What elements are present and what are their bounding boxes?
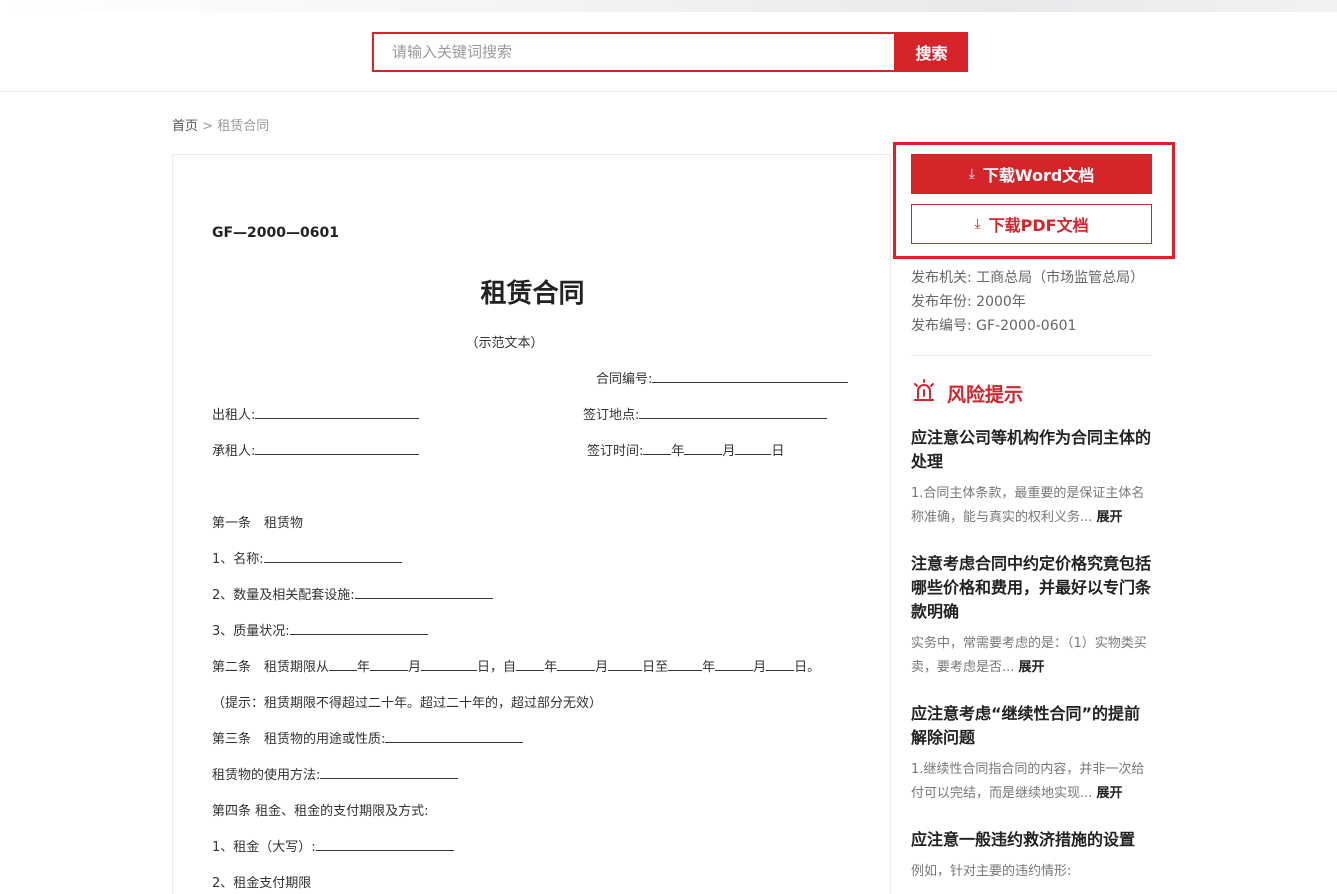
lessee-label: 承租人: <box>212 444 256 459</box>
download-icon: ⤓ <box>974 216 981 232</box>
article-4: 第四条 租金、租金的支付期限及方式: <box>212 804 429 819</box>
top-banner-strip <box>0 0 1337 12</box>
sidebar-divider <box>911 355 1152 356</box>
risk-question[interactable]: 应注意考虑“继续性合同”的提前解除问题 <box>911 702 1155 750</box>
usage-line: 租赁物的使用方法: <box>212 764 459 783</box>
risk-question[interactable]: 应注意一般违约救济措施的设置 <box>911 828 1155 852</box>
rent-period-line: 2、租金支付期限 <box>212 876 312 891</box>
risk-header: 风险提示 <box>911 378 1023 408</box>
expand-link[interactable]: 展开 <box>1097 510 1123 525</box>
article-2-line: 第二条 租赁期限从 年 月 日，自 年 月 日至 年 月 日。 <box>212 656 820 675</box>
meta-number: 发布编号: GF-2000-0601 <box>911 314 1144 338</box>
end-text: 日。 <box>794 660 821 675</box>
lessor-label: 出租人: <box>212 408 256 423</box>
meta-value: GF-2000-0601 <box>976 318 1077 334</box>
download-word-label: 下载Word文档 <box>982 166 1095 185</box>
header: 搜索 <box>0 12 1337 92</box>
document-meta: 发布机关: 工商总局（市场监管总局） 发布年份: 2000年 发布编号: GF-… <box>911 266 1144 338</box>
risk-answer: 1.合同主体条款，最重要的是保证主体名称准确，能与真实的权利义务... 展开 <box>911 482 1155 530</box>
risk-answer: 例如，针对主要的违约情形: <box>911 860 1155 884</box>
breadcrumb-current: 租赁合同 <box>217 119 270 134</box>
to-text: 日至 <box>642 660 669 675</box>
lessee-line: 承租人: <box>212 440 420 459</box>
risk-question[interactable]: 应注意公司等机构作为合同主体的处理 <box>911 426 1155 474</box>
item-quality-line: 3、质量状况: <box>212 620 428 639</box>
risk-item: 注意考虑合同中约定价格究竟包括哪些价格和费用，并最好以专门条款明确 实务中，常需… <box>911 552 1155 680</box>
lessor-line: 出租人: <box>212 404 420 423</box>
meta-label: 发布年份: <box>911 294 972 310</box>
month-unit: 月 <box>722 444 736 459</box>
meta-label: 发布编号: <box>911 318 972 334</box>
year-unit: 年 <box>671 444 685 459</box>
contract-number-label: 合同编号: <box>596 372 653 387</box>
contract-number-line: 合同编号: <box>596 368 849 387</box>
breadcrumb-home-link[interactable]: 首页 <box>172 119 198 134</box>
document-subtitle: （示范文本） <box>465 336 544 351</box>
risk-question[interactable]: 注意考虑合同中约定价格究竟包括哪些价格和费用，并最好以专门条款明确 <box>911 552 1155 624</box>
risk-answer: 实务中，常需要考虑的是：（1）实物类买卖，要考虑是否... 展开 <box>911 632 1155 680</box>
download-pdf-button[interactable]: ⤓ 下载PDF文档 <box>911 204 1152 244</box>
article-2-label: 第二条 租赁期限从 <box>212 660 330 675</box>
item-quality-label: 3、质量状况: <box>212 624 290 639</box>
risk-item: 应注意考虑“继续性合同”的提前解除问题 1.继续性合同指合同的内容，并非一次给付… <box>911 702 1155 806</box>
download-word-button[interactable]: ⤓ 下载Word文档 <box>911 154 1152 194</box>
breadcrumb-separator: > <box>198 119 218 134</box>
expand-link[interactable]: 展开 <box>1097 786 1123 801</box>
meta-label: 发布机关: <box>911 270 972 286</box>
risk-title: 风险提示 <box>947 383 1024 406</box>
item-name-line: 1、名称: <box>212 548 402 567</box>
risk-item: 应注意公司等机构作为合同主体的处理 1.合同主体条款，最重要的是保证主体名称准确… <box>911 426 1155 530</box>
meta-publisher: 发布机关: 工商总局（市场监管总局） <box>911 266 1144 290</box>
risk-answer: 1.继续性合同指合同的内容，并非一次给付可以完结，而是继续地实现... 展开 <box>911 758 1155 806</box>
rent-amount-line: 1、租金（大写）: <box>212 836 454 855</box>
search-button[interactable]: 搜索 <box>895 32 968 72</box>
year-unit: 年 <box>544 660 558 675</box>
breadcrumb: 首页 > 租赁合同 <box>172 115 269 134</box>
document-title: 租赁合同 <box>480 279 585 309</box>
month-unit: 月 <box>595 660 609 675</box>
meta-value: 工商总局（市场监管总局） <box>976 270 1145 286</box>
from-text: 日，自 <box>477 660 517 675</box>
search-input[interactable] <box>392 43 894 61</box>
sign-place-label: 签订地点: <box>583 408 640 423</box>
day-unit: 日 <box>771 444 785 459</box>
sign-time-label: 签订时间: <box>587 444 644 459</box>
month-unit: 月 <box>753 660 767 675</box>
meta-year: 发布年份: 2000年 <box>911 290 1144 314</box>
article-3-label: 第三条 租赁物的用途或性质: <box>212 732 386 747</box>
sign-place-line: 签订地点: <box>583 404 828 423</box>
term-hint: （提示：租赁期限不得超过二十年。超过二十年的，超过部分无效） <box>212 696 603 711</box>
year-unit: 年 <box>357 660 371 675</box>
item-quantity-line: 2、数量及相关配套设施: <box>212 584 493 603</box>
download-icon: ⤓ <box>968 166 975 182</box>
alarm-icon <box>911 378 937 408</box>
month-unit: 月 <box>408 660 422 675</box>
item-name-label: 1、名称: <box>212 552 264 567</box>
search-box[interactable] <box>372 32 896 72</box>
rent-amount-label: 1、租金（大写）: <box>212 840 316 855</box>
article-3-line: 第三条 租赁物的用途或性质: <box>212 728 524 747</box>
download-pdf-label: 下载PDF文档 <box>988 216 1089 235</box>
year-unit: 年 <box>702 660 716 675</box>
meta-value: 2000年 <box>976 294 1026 310</box>
expand-link[interactable]: 展开 <box>1019 660 1045 675</box>
document-code: GF—2000—0601 <box>212 225 339 241</box>
document-preview: GF—2000—0601 租赁合同 （示范文本） 合同编号: 出租人: 签订地点… <box>172 154 891 894</box>
sign-time-line: 签订时间: 年 月 日 <box>587 440 784 459</box>
usage-label: 租赁物的使用方法: <box>212 768 321 783</box>
item-quantity-label: 2、数量及相关配套设施: <box>212 588 355 603</box>
article-1: 第一条 租赁物 <box>212 516 304 531</box>
risk-answer-text: 例如，针对主要的违约情形: <box>911 864 1072 879</box>
